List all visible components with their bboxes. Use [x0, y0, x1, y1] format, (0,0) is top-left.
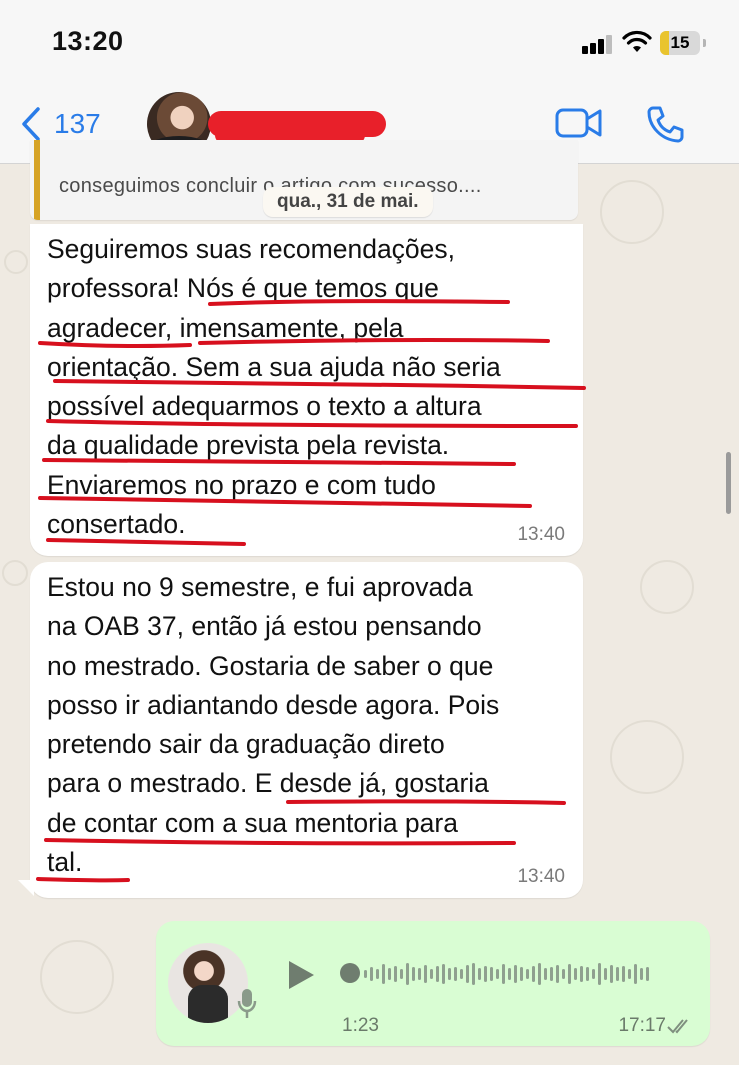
video-call-icon[interactable]	[555, 106, 603, 140]
waveform-bar	[466, 965, 469, 983]
waveform-bar	[478, 968, 481, 980]
waveform-bar	[580, 966, 583, 982]
waveform-bar	[418, 968, 421, 980]
waveform-bar	[526, 969, 529, 979]
waveform-bar	[616, 967, 619, 981]
audio-waveform[interactable]	[364, 961, 678, 987]
waveform-bar	[406, 963, 409, 985]
status-time: 13:20	[52, 26, 124, 56]
chevron-left-icon	[22, 107, 40, 141]
waveform-bar	[364, 970, 367, 978]
waveform-bar	[490, 967, 493, 981]
bubble-tail	[18, 880, 34, 896]
playback-scrubber[interactable]	[340, 963, 360, 983]
waveform-bar	[538, 963, 541, 985]
waveform-bar	[628, 969, 631, 979]
message-text: Estou no 9 semestre, e fui aprovada na O…	[47, 572, 500, 878]
battery-tip	[703, 39, 706, 47]
waveform-bar	[574, 968, 577, 980]
incoming-message[interactable]: Seguiremos suas recomendações, professor…	[30, 224, 583, 556]
waveform-bar	[550, 967, 553, 981]
waveform-bar	[442, 964, 445, 984]
waveform-bar	[586, 967, 589, 981]
waveform-bar	[610, 965, 613, 983]
phone-call-icon[interactable]	[645, 104, 685, 144]
waveform-bar	[472, 963, 475, 985]
waveform-bar	[640, 968, 643, 980]
waveform-bar	[394, 966, 397, 982]
status-bar: 13:20 15	[0, 0, 739, 88]
waveform-bar	[436, 966, 439, 982]
waveform-bar	[430, 969, 433, 979]
waveform-bar	[604, 968, 607, 980]
waveform-bar	[484, 966, 487, 982]
waveform-bar	[568, 964, 571, 984]
waveform-bar	[646, 967, 649, 981]
waveform-bar	[460, 969, 463, 979]
quote-accent-bar	[34, 140, 40, 220]
waveform-bar	[412, 967, 415, 981]
scroll-indicator[interactable]	[726, 452, 731, 514]
message-time: 13:40	[517, 524, 565, 545]
microphone-icon	[237, 989, 257, 1018]
cellular-signal-icon	[582, 34, 616, 54]
date-separator: qua., 31 de mai.	[263, 187, 433, 217]
message-time: 13:40	[517, 866, 565, 887]
waveform-bar	[370, 967, 373, 981]
waveform-bar	[598, 963, 601, 985]
waveform-bar	[424, 965, 427, 983]
waveform-bar	[496, 969, 499, 979]
battery-icon: 15	[660, 31, 700, 55]
waveform-bar	[454, 967, 457, 981]
waveform-bar	[448, 968, 451, 980]
voice-message[interactable]: 1:23 17:17	[156, 921, 710, 1046]
waveform-bar	[544, 968, 547, 980]
waveform-bar	[634, 964, 637, 984]
waveform-bar	[520, 967, 523, 981]
unread-count: 137	[54, 108, 101, 139]
waveform-bar	[556, 965, 559, 983]
waveform-bar	[508, 968, 511, 980]
waveform-bar	[388, 968, 391, 980]
waveform-bar	[514, 965, 517, 983]
message-text: Seguiremos suas recomendações, professor…	[47, 234, 501, 540]
sender-avatar	[168, 943, 248, 1023]
play-icon[interactable]	[286, 959, 316, 991]
waveform-bar	[382, 964, 385, 984]
waveform-bar	[376, 969, 379, 979]
back-button[interactable]: 137	[20, 106, 101, 142]
battery-level: 15	[670, 33, 690, 52]
waveform-bar	[592, 969, 595, 979]
waveform-bar	[622, 966, 625, 982]
waveform-bar	[532, 966, 535, 982]
wifi-icon	[622, 30, 652, 52]
waveform-bar	[400, 969, 403, 979]
voice-time: 17:17	[618, 1015, 666, 1036]
waveform-bar	[502, 964, 505, 984]
incoming-message[interactable]: Estou no 9 semestre, e fui aprovada na O…	[30, 562, 583, 898]
waveform-bar	[562, 969, 565, 979]
double-check-icon	[667, 1019, 688, 1034]
voice-duration: 1:23	[342, 1015, 379, 1036]
